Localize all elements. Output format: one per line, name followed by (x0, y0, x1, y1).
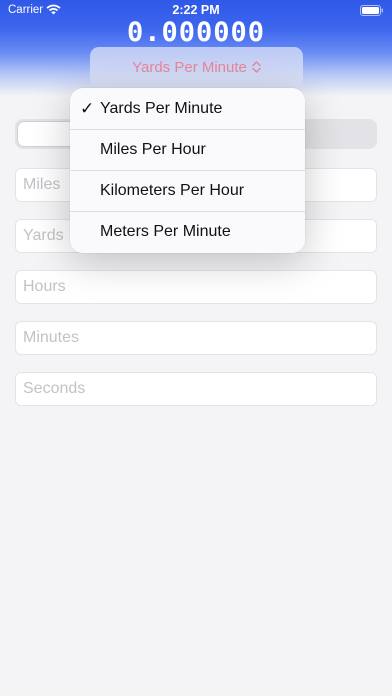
unit-select-button[interactable]: Yards Per Minute (90, 47, 303, 87)
miles-placeholder: Miles (23, 176, 61, 193)
status-time: 2:22 PM (172, 3, 220, 17)
battery-icon (360, 5, 384, 16)
seconds-placeholder: Seconds (23, 380, 86, 397)
menu-item-miles-per-hour[interactable]: Miles Per Hour (70, 129, 305, 170)
menu-item-label: Kilometers Per Hour (100, 182, 245, 199)
hours-placeholder: Hours (23, 278, 66, 295)
menu-item-meters-per-minute[interactable]: Meters Per Minute (70, 211, 305, 252)
seconds-field[interactable]: Seconds (15, 372, 377, 406)
chevron-up-down-icon (252, 61, 261, 73)
unit-select-label: Yards Per Minute (132, 58, 247, 76)
menu-item-label: Meters Per Minute (100, 223, 231, 240)
speed-readout: 0.000000 (126, 17, 266, 48)
minutes-placeholder: Minutes (23, 329, 80, 346)
checkmark-icon: ✓ (80, 98, 95, 118)
minutes-field[interactable]: Minutes (15, 321, 377, 355)
menu-item-yards-per-minute[interactable]: ✓ Yards Per Minute (70, 88, 305, 129)
menu-item-label: Miles Per Hour (100, 141, 206, 158)
menu-item-label: Yards Per Minute (100, 99, 223, 117)
hours-field[interactable]: Hours (15, 270, 377, 304)
unit-dropdown-menu: ✓ Yards Per Minute Miles Per Hour Kilome… (70, 88, 305, 253)
menu-item-kilometers-per-hour[interactable]: Kilometers Per Hour (70, 170, 305, 211)
yards-placeholder: Yards (23, 227, 64, 244)
